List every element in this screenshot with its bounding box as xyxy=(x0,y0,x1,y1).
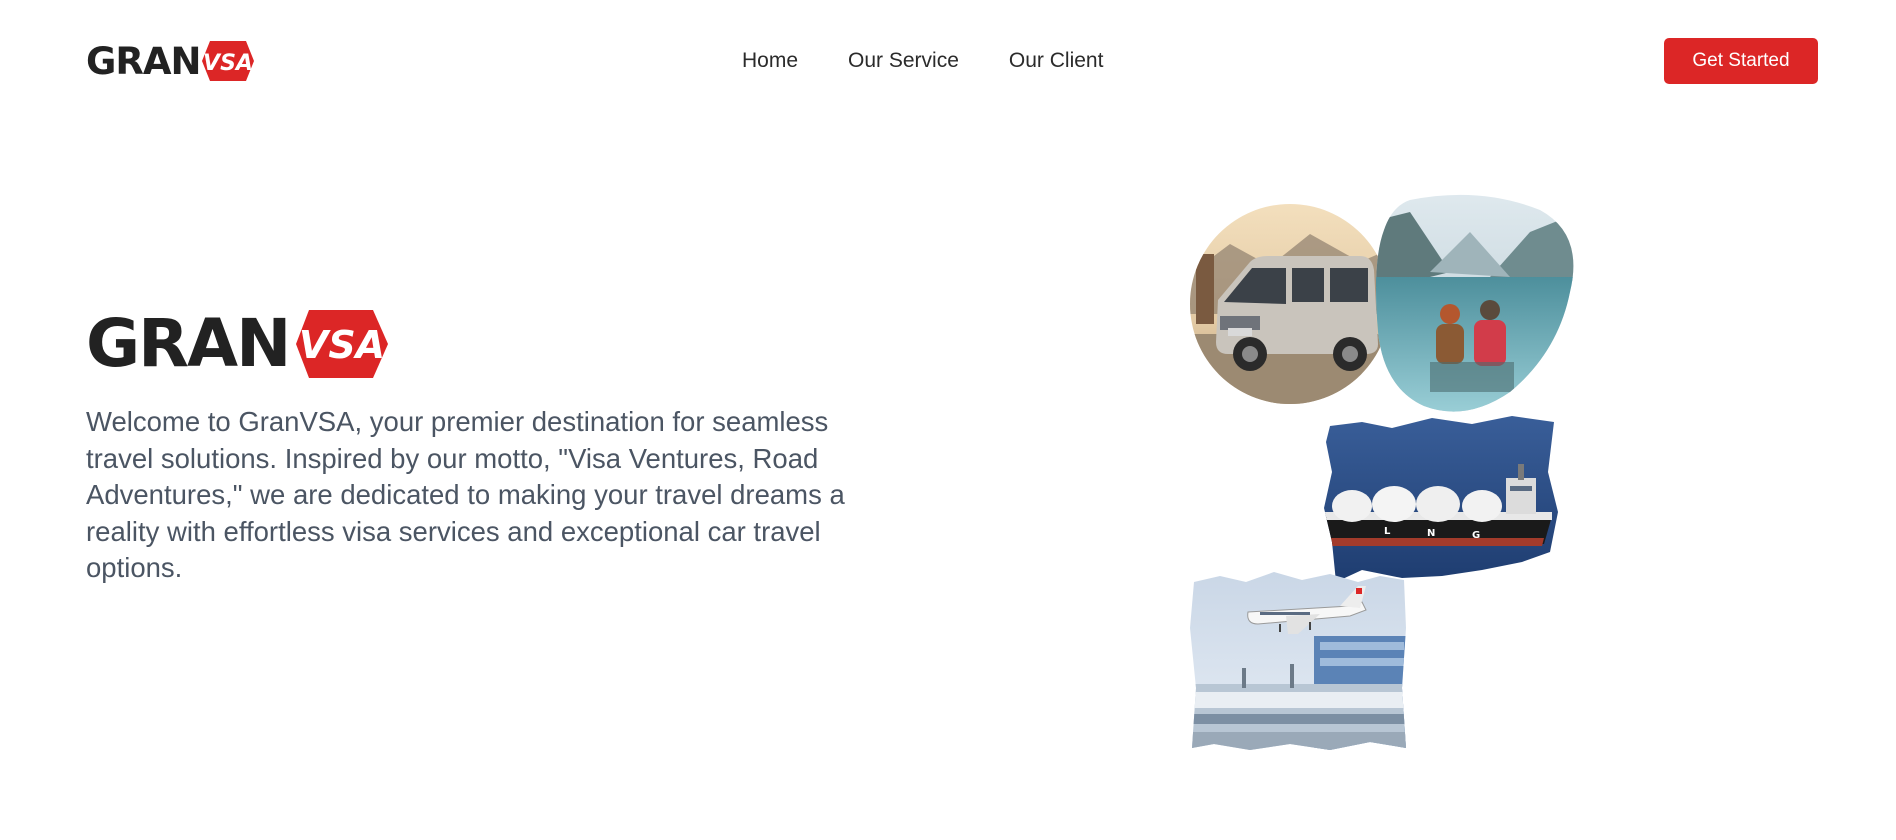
van-photo-icon xyxy=(1190,204,1390,404)
hero-image-collage: L N G xyxy=(1190,192,1590,762)
site-header: GRAN VSA Home Our Service Our Client Get… xyxy=(0,0,1896,122)
hero-intro-text: Welcome to GranVSA, your premier destina… xyxy=(86,406,845,584)
header-logo[interactable]: GRAN VSA xyxy=(86,38,258,84)
nav-home-link[interactable]: Home xyxy=(742,46,798,76)
hero-logo: GRAN VSA xyxy=(86,306,392,382)
lng-ship-photo-icon: L N G xyxy=(1324,416,1558,582)
main-nav: Home Our Service Our Client xyxy=(742,46,1103,76)
vsa-badge-icon: VSA xyxy=(200,38,256,84)
get-started-button[interactable]: Get Started xyxy=(1664,38,1818,84)
ship-letter-n: N xyxy=(1427,528,1435,539)
ship-letter-g: G xyxy=(1472,530,1480,541)
svg-text:VSA: VSA xyxy=(299,323,385,367)
airport-jet-photo-icon xyxy=(1190,572,1406,750)
svg-text:VSA: VSA xyxy=(204,51,254,76)
lake-travelers-photo-icon xyxy=(1376,194,1574,412)
hero-vsa-badge-icon: VSA xyxy=(293,306,391,382)
hero-logo-wordmark: GRAN xyxy=(86,305,291,382)
nav-our-service-link[interactable]: Our Service xyxy=(848,46,959,76)
ship-letter-l: L xyxy=(1384,526,1391,537)
nav-our-client-link[interactable]: Our Client xyxy=(1009,46,1104,76)
logo-wordmark: GRAN xyxy=(86,39,201,83)
